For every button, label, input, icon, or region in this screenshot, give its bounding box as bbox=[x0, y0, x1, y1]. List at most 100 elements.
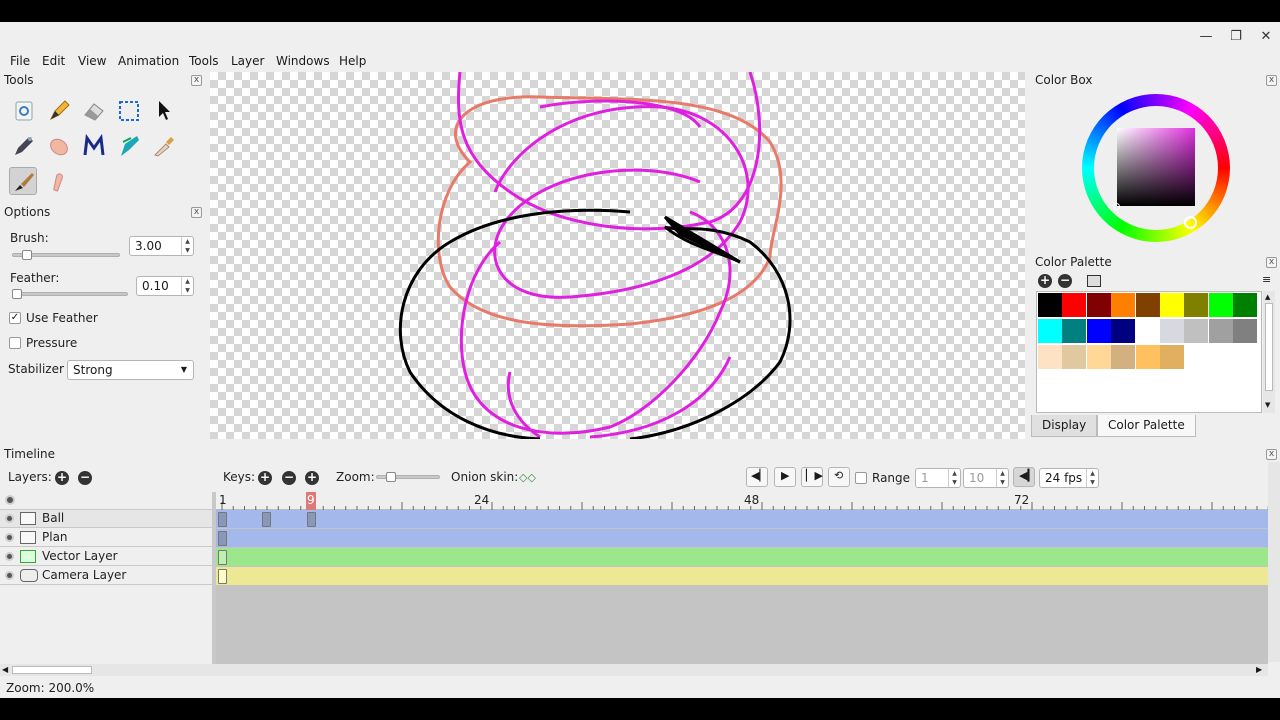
track-ball[interactable] bbox=[216, 510, 1268, 528]
stabilizer-select[interactable]: Strong ▼ bbox=[67, 360, 194, 380]
use-feather-checkbox[interactable]: ✓ bbox=[9, 312, 21, 324]
layer-name-plan[interactable]: Plan bbox=[42, 530, 68, 544]
keyframe[interactable] bbox=[262, 512, 271, 527]
color-swatch[interactable] bbox=[1086, 345, 1111, 369]
next-frame-button[interactable]: ▏▶ bbox=[801, 467, 823, 487]
brush-tool[interactable] bbox=[9, 167, 37, 195]
track-camera[interactable] bbox=[216, 567, 1268, 585]
frame-ruler[interactable]: 9 1 24 48 72 bbox=[216, 492, 1269, 510]
keyframe[interactable] bbox=[218, 550, 227, 565]
eyedropper-tool[interactable] bbox=[150, 132, 178, 160]
options-panel-close-button[interactable]: x bbox=[191, 207, 202, 218]
color-swatch[interactable] bbox=[1111, 319, 1136, 343]
pointer-tool[interactable] bbox=[150, 97, 178, 125]
layer-name-ball[interactable]: Ball bbox=[42, 511, 64, 525]
minimize-button[interactable]: — bbox=[1199, 30, 1213, 44]
color-swatch[interactable] bbox=[1208, 319, 1233, 343]
smudge-tool[interactable] bbox=[80, 132, 108, 160]
color-swatch[interactable] bbox=[1086, 293, 1111, 317]
keyframe[interactable] bbox=[307, 512, 316, 527]
layer-row-ball[interactable]: Ball bbox=[0, 510, 212, 528]
layer-name-vector[interactable]: Vector Layer bbox=[42, 549, 118, 563]
color-swatch[interactable] bbox=[1184, 319, 1209, 343]
scroll-left-icon[interactable]: ◀ bbox=[2, 665, 8, 674]
brush-size-stepper-icon[interactable]: ▲ ▼ bbox=[181, 237, 193, 255]
color-swatch[interactable] bbox=[1062, 345, 1087, 369]
loop-button[interactable]: ⟲ bbox=[828, 467, 850, 487]
feather-stepper-icon[interactable]: ▲ ▼ bbox=[181, 277, 193, 295]
timeline-v-scrollbar[interactable] bbox=[1268, 462, 1280, 662]
color-swatch[interactable] bbox=[1086, 319, 1111, 343]
hand-tool[interactable] bbox=[45, 132, 73, 160]
color-swatch[interactable] bbox=[1160, 319, 1184, 343]
palette-window-icon[interactable] bbox=[1087, 275, 1101, 287]
color-swatch[interactable] bbox=[1160, 293, 1184, 317]
color-swatch[interactable] bbox=[1160, 345, 1184, 369]
add-layer-icon[interactable]: + bbox=[55, 471, 69, 485]
color-box-close-button[interactable]: x bbox=[1266, 75, 1277, 86]
pen-tool[interactable] bbox=[10, 132, 38, 160]
fps-input[interactable]: 24 fps ▲ ▼ bbox=[1039, 468, 1099, 488]
range-start-input[interactable]: 1 ▲ ▼ bbox=[915, 468, 961, 488]
prev-frame-button[interactable]: ◀▏ bbox=[746, 467, 768, 487]
feather-slider-handle[interactable] bbox=[12, 289, 22, 299]
saturation-value-square[interactable] bbox=[1117, 128, 1195, 206]
color-swatch[interactable] bbox=[1038, 345, 1062, 369]
color-swatch[interactable] bbox=[1208, 293, 1233, 317]
color-swatch[interactable] bbox=[1135, 345, 1160, 369]
track-plan[interactable] bbox=[216, 529, 1268, 547]
layer-row-camera[interactable]: Camera Layer bbox=[0, 567, 212, 585]
visibility-icon[interactable] bbox=[5, 533, 14, 542]
scroll-up-icon[interactable]: ▲ bbox=[1265, 293, 1270, 301]
scroll-right-icon[interactable]: ▶ bbox=[1256, 665, 1262, 674]
color-swatch[interactable] bbox=[1062, 293, 1087, 317]
tools-panel-close-button[interactable]: x bbox=[191, 75, 202, 86]
fps-stepper-icon[interactable]: ▲ ▼ bbox=[1086, 469, 1098, 487]
keyframe[interactable] bbox=[218, 531, 227, 546]
menu-tools[interactable]: Tools bbox=[189, 54, 219, 68]
color-swatch[interactable] bbox=[1062, 319, 1087, 343]
menu-help[interactable]: Help bbox=[339, 54, 366, 68]
play-button[interactable]: ▶ bbox=[774, 467, 796, 487]
brush-size-slider-handle[interactable] bbox=[22, 250, 32, 260]
timeline-close-button[interactable]: x bbox=[1266, 449, 1277, 460]
clear-tool[interactable] bbox=[10, 97, 38, 125]
layer-row-vector[interactable]: Vector Layer bbox=[0, 548, 212, 566]
onion-skin-icon[interactable]: ◇◇ bbox=[519, 471, 536, 484]
timeline-h-scrollbar[interactable]: ◀ ▶ bbox=[0, 664, 1268, 676]
palette-menu-icon[interactable]: ≡ bbox=[1262, 273, 1271, 286]
layer-row-plan[interactable]: Plan bbox=[0, 529, 212, 547]
add-color-icon[interactable]: + bbox=[1038, 274, 1052, 288]
palette-scroll-thumb[interactable] bbox=[1265, 303, 1273, 391]
color-swatch[interactable] bbox=[1135, 293, 1160, 317]
hue-selector-handle[interactable] bbox=[1184, 216, 1197, 229]
feather-input[interactable]: 0.10 ▲ ▼ bbox=[136, 276, 194, 296]
range-end-input[interactable]: 10 ▲ ▼ bbox=[963, 468, 1009, 488]
color-swatch[interactable] bbox=[1184, 293, 1209, 317]
timeline-zoom-handle[interactable] bbox=[386, 472, 396, 482]
menu-animation[interactable]: Animation bbox=[118, 54, 179, 68]
menu-layer[interactable]: Layer bbox=[231, 54, 264, 68]
color-swatch[interactable] bbox=[1111, 345, 1136, 369]
pencil-tool[interactable] bbox=[45, 97, 73, 125]
range-checkbox[interactable] bbox=[855, 472, 867, 484]
color-swatch[interactable] bbox=[1135, 319, 1160, 343]
layer-name-camera[interactable]: Camera Layer bbox=[42, 568, 126, 582]
timeline-h-scroll-thumb[interactable] bbox=[12, 666, 92, 674]
menu-file[interactable]: File bbox=[10, 54, 30, 68]
remove-layer-icon[interactable]: − bbox=[78, 471, 92, 485]
all-layers-visibility-icon[interactable] bbox=[5, 495, 15, 505]
menu-edit[interactable]: Edit bbox=[42, 54, 65, 68]
duplicate-key-icon[interactable]: + bbox=[305, 471, 319, 485]
finger-tool[interactable] bbox=[45, 167, 73, 195]
remove-color-icon[interactable]: − bbox=[1058, 274, 1072, 288]
remove-key-icon[interactable]: − bbox=[282, 471, 296, 485]
bucket-tool[interactable] bbox=[115, 132, 143, 160]
range-start-stepper-icon[interactable]: ▲ ▼ bbox=[948, 469, 960, 487]
pressure-checkbox[interactable] bbox=[9, 337, 21, 349]
color-selector-handle[interactable] bbox=[1113, 203, 1120, 210]
track-vector[interactable] bbox=[216, 548, 1268, 566]
color-swatch[interactable] bbox=[1233, 293, 1258, 317]
keyframe[interactable] bbox=[218, 569, 227, 584]
range-end-stepper-icon[interactable]: ▲ ▼ bbox=[996, 469, 1008, 487]
